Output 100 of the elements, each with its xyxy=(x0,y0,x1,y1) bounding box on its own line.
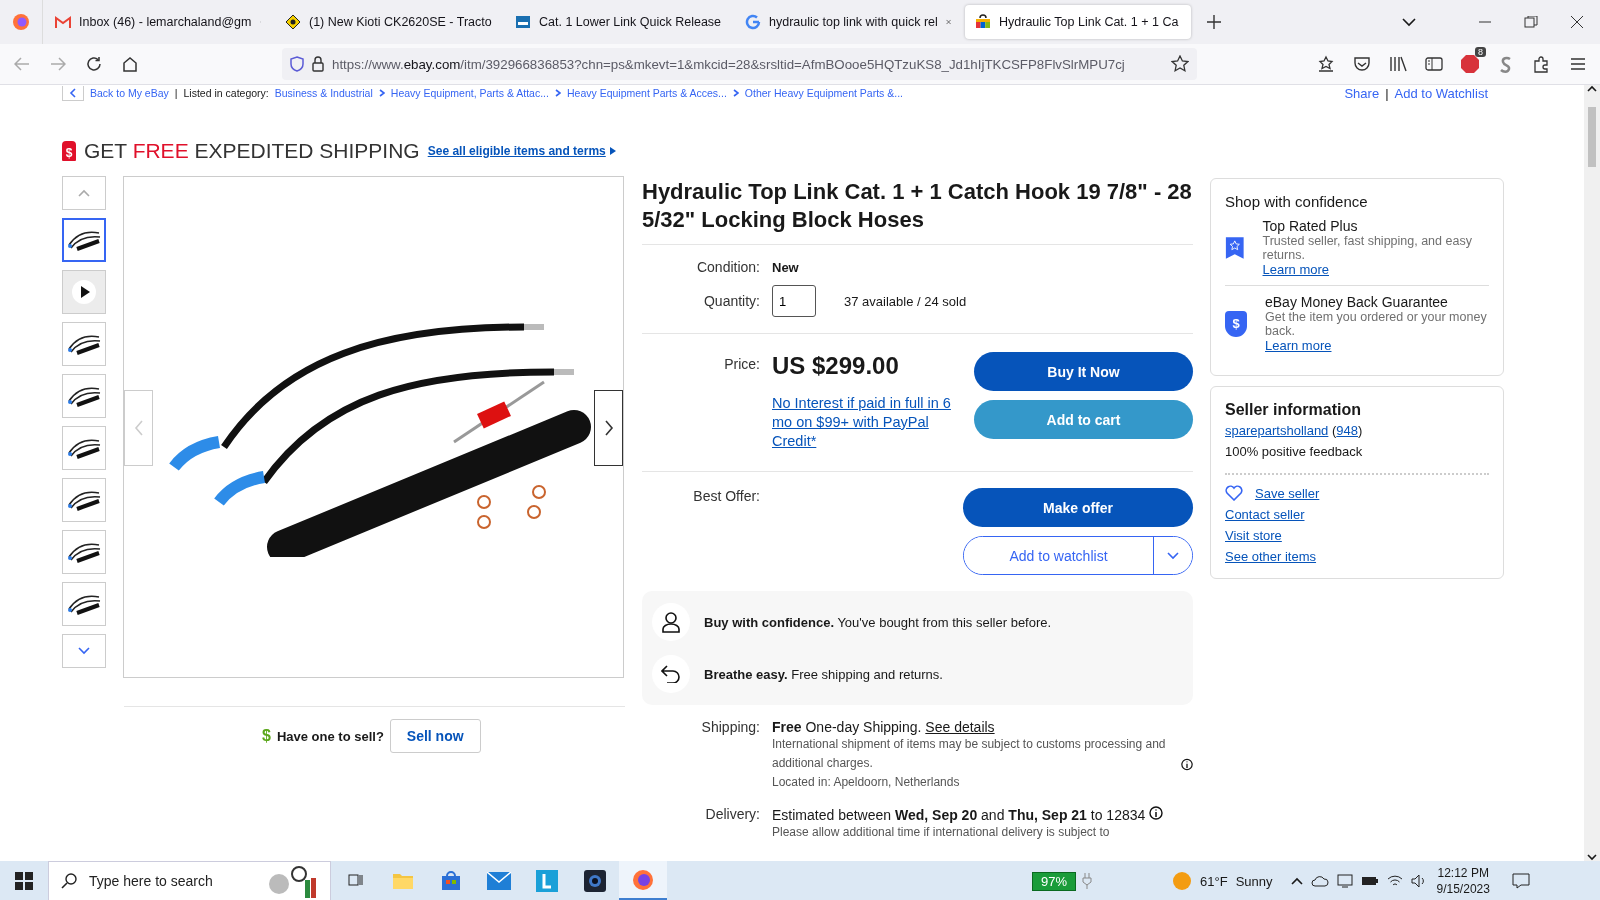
item-location: Located in: Apeldoorn, Netherlands xyxy=(772,774,961,791)
new-tab-icon[interactable] xyxy=(1207,15,1221,29)
weather-condition: Sunny xyxy=(1235,873,1273,889)
heart-icon[interactable] xyxy=(1225,485,1243,501)
seller-name-link[interactable]: sparepartsholland xyxy=(1225,423,1329,438)
next-image-button[interactable] xyxy=(594,390,623,466)
browser-tab[interactable]: Hydraulic Top Link Cat. 1 + 1 Ca xyxy=(965,5,1191,39)
reload-icon[interactable] xyxy=(86,56,102,72)
dollar-shield-icon: $ xyxy=(1225,310,1247,337)
card-title: Shop with confidence xyxy=(1225,193,1369,210)
chevron-down-icon xyxy=(78,647,90,655)
scroll-down-icon[interactable] xyxy=(1587,853,1597,861)
extension-badge: 8 xyxy=(1475,47,1486,57)
shipping-value: Free One-day Shipping. xyxy=(772,719,922,735)
chevron-icon xyxy=(554,89,561,97)
camera-app-icon xyxy=(584,870,606,892)
separator: | xyxy=(1385,85,1389,101)
quantity-field[interactable]: 1 xyxy=(772,285,816,317)
triangle-icon xyxy=(609,147,616,155)
home-icon[interactable] xyxy=(122,56,138,72)
windows-start-icon[interactable] xyxy=(15,872,33,890)
price-label: Price: xyxy=(723,356,760,372)
library-icon[interactable] xyxy=(1389,56,1407,72)
search-input[interactable]: Type here to search xyxy=(87,872,251,890)
google-g-icon xyxy=(745,14,761,30)
image-thumbnail[interactable] xyxy=(62,218,106,262)
adblock-stop-icon[interactable] xyxy=(1460,54,1480,74)
make-offer-button[interactable]: Make offer xyxy=(963,488,1193,527)
taskbar-search-bar[interactable]: Type here to search xyxy=(48,861,331,900)
chevron-icon xyxy=(732,89,739,97)
return-arrow-icon xyxy=(661,665,681,683)
financing-link[interactable]: No Interest if paid in full in 6 mo on $99+ with PayPal Credit* xyxy=(772,394,962,451)
letter-l-icon xyxy=(536,870,558,892)
info-icon[interactable] xyxy=(1149,806,1164,820)
breadcrumb-link[interactable]: Business & Industrial xyxy=(274,87,373,99)
learn-more-link[interactable]: Learn more xyxy=(1265,338,1489,353)
back-chevron-icon[interactable] xyxy=(69,87,77,98)
seller-link[interactable]: Visit store xyxy=(1225,528,1282,543)
share-link[interactable]: Share xyxy=(1344,85,1380,101)
wifi-icon[interactable] xyxy=(1386,874,1403,888)
browser-tab[interactable]: Cat. 1 Lower Link Quick Release xyxy=(505,5,731,39)
category-label: Listed in category: xyxy=(183,87,269,99)
eligible-items-link[interactable]: See all eligible items and terms xyxy=(427,144,616,158)
breadcrumb-link[interactable]: Heavy Equipment Parts & Acces... xyxy=(566,87,727,99)
store-logo-icon xyxy=(515,14,531,30)
star-icon[interactable] xyxy=(1171,55,1189,73)
seller-link[interactable]: Save seller xyxy=(1255,485,1320,501)
notifications-icon[interactable] xyxy=(1511,873,1530,889)
video-thumbnail[interactable] xyxy=(62,270,106,314)
delivery-label: Delivery: xyxy=(704,806,760,822)
add-to-watchlist-button[interactable]: Add to watchlist xyxy=(964,537,1154,574)
chevron-icon xyxy=(378,89,385,97)
customs-note: International shipment of items may be subject to customs processing and additional charges. xyxy=(772,736,1167,772)
sell-now-button[interactable]: Sell now xyxy=(389,719,481,753)
display-icon[interactable] xyxy=(1336,874,1353,888)
feedback-score-link[interactable]: (948) xyxy=(1332,423,1363,438)
watchlist-link[interactable]: Add to Watchlist xyxy=(1394,85,1488,101)
item-title: Hydraulic Top Link Cat. 1 + 1 Catch Hook 19 7/8" - 28 5/32" Locking Block Hoses xyxy=(642,178,1193,234)
pocket-icon[interactable] xyxy=(1353,56,1371,72)
see-details-link[interactable]: See details xyxy=(925,719,995,735)
speaker-icon[interactable] xyxy=(1410,874,1427,888)
buy-it-now-button[interactable]: Buy It Now xyxy=(974,352,1193,391)
firefox-icon[interactable] xyxy=(12,13,30,31)
scroll-up-icon[interactable] xyxy=(1587,85,1597,93)
back-link[interactable]: Back to My eBay xyxy=(90,87,169,99)
positive-feedback: 100% positive feedback xyxy=(1225,444,1364,459)
caret-up-icon[interactable] xyxy=(1290,877,1303,885)
info-icon[interactable] xyxy=(1181,758,1193,771)
saved-star-icon[interactable] xyxy=(1317,55,1335,73)
shipping-promo-text: GET xyxy=(84,139,128,162)
battery-icon[interactable] xyxy=(1360,875,1379,887)
chevron-down-icon xyxy=(1167,551,1179,560)
extensions-puzzle-icon[interactable] xyxy=(1533,55,1551,73)
guarantee-description: Get the item you ordered or your money back. xyxy=(1265,310,1488,338)
tractor-sign-icon xyxy=(285,14,301,30)
browser-tab[interactable]: (1) New Kioti CK2620SE - Tracto xyxy=(275,5,501,39)
mail-icon xyxy=(55,16,71,28)
seller-link[interactable]: Contact seller xyxy=(1225,507,1305,522)
taskbar-clock[interactable]: 12:12 PM 9/15/2023 xyxy=(1436,865,1490,897)
browser-tab[interactable]: hydraulic top link with quick rel xyxy=(735,5,961,39)
star-ribbon-icon xyxy=(1225,234,1245,261)
browser-tab[interactable]: Inbox (46) - lemarchaland@gm xyxy=(45,5,271,39)
breadcrumb-link[interactable]: Heavy Equipment, Parts & Attac... xyxy=(390,87,549,99)
learn-more-link[interactable]: Learn more xyxy=(1262,262,1489,277)
menu-icon[interactable] xyxy=(1570,57,1586,71)
availability-text: 37 available / 24 sold xyxy=(844,293,967,309)
dollar-icon: $ xyxy=(262,727,271,745)
store-bag-icon xyxy=(441,871,461,891)
address-bar[interactable]: https://www.ebay.com/itm/392966836853?chn=ps&mkevt=1&mkcid=28&srsltid=AfmBOooe5HQTzuKS8_Jd1hIjTKCSFP8FlvSlrMPU7cj xyxy=(282,48,1197,80)
assurance-text: Breathe easy. Free shipping and returns. xyxy=(704,666,943,682)
scrollbar-thumb[interactable] xyxy=(1588,107,1596,167)
guarantee-title: Top Rated Plus xyxy=(1262,218,1359,234)
person-icon xyxy=(661,611,681,633)
shipping-promo-text: EXPEDITED SHIPPING xyxy=(193,139,420,162)
price-value: US $299.00 xyxy=(772,352,900,380)
seller-link[interactable]: See other items xyxy=(1225,549,1317,564)
breadcrumb-link[interactable]: Other Heavy Equipment Parts &... xyxy=(744,87,903,99)
task-view-icon xyxy=(346,873,364,889)
cloud-icon[interactable] xyxy=(1310,875,1329,887)
sidebar-icon[interactable] xyxy=(1425,56,1443,72)
